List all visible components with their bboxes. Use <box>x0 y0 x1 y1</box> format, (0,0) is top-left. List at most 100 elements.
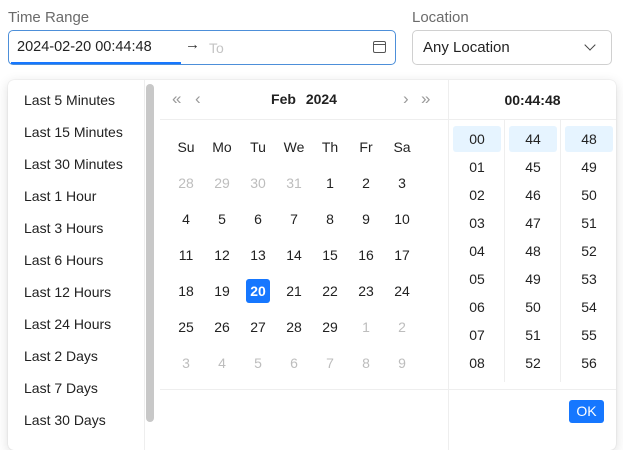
calendar-day[interactable]: 2 <box>384 315 420 339</box>
calendar-day[interactable]: 9 <box>384 351 420 375</box>
calendar-day[interactable]: 4 <box>204 351 240 375</box>
time-range-input[interactable]: 2024-02-20 00:44:48 → To <box>8 30 396 65</box>
calendar-day[interactable]: 13 <box>240 243 276 267</box>
minute-column[interactable]: 44 45 46 47 48 49 50 51 52 <box>505 120 561 382</box>
minute-option[interactable]: 50 <box>509 294 557 320</box>
calendar-day[interactable]: 31 <box>276 171 312 195</box>
preset-item[interactable]: Last 30 Days <box>24 412 106 428</box>
minute-option[interactable]: 51 <box>509 322 557 348</box>
next-month-button[interactable]: › <box>403 89 409 109</box>
calendar-day[interactable]: 25 <box>168 315 204 339</box>
preset-item[interactable]: Last 30 Minutes <box>24 156 123 172</box>
calendar-day[interactable]: 1 <box>348 315 384 339</box>
hour-option[interactable]: 02 <box>453 182 501 208</box>
calendar-day[interactable]: 19 <box>204 279 240 303</box>
second-option[interactable]: 52 <box>565 238 613 264</box>
preset-item[interactable]: Last 24 Hours <box>24 316 111 332</box>
second-option[interactable]: 54 <box>565 294 613 320</box>
weekday-header: Tu <box>250 139 266 155</box>
preset-item[interactable]: Last 5 Minutes <box>24 92 115 108</box>
calendar-day[interactable]: 3 <box>168 351 204 375</box>
calendar-day[interactable]: 15 <box>312 243 348 267</box>
preset-item[interactable]: Last 2 Days <box>24 348 98 364</box>
second-option[interactable]: 51 <box>565 210 613 236</box>
calendar-day[interactable]: 27 <box>240 315 276 339</box>
weekday-header: We <box>283 139 305 155</box>
minute-option[interactable]: 47 <box>509 210 557 236</box>
calendar-day[interactable]: 29 <box>204 171 240 195</box>
calendar-day[interactable]: 18 <box>168 279 204 303</box>
calendar-day[interactable]: 4 <box>168 207 204 231</box>
second-option[interactable]: 50 <box>565 182 613 208</box>
calendar-day[interactable]: 28 <box>276 315 312 339</box>
hour-option[interactable]: 00 <box>453 126 501 152</box>
hour-option[interactable]: 07 <box>453 322 501 348</box>
year-button[interactable]: 2024 <box>306 91 337 107</box>
calendar-day[interactable]: 22 <box>312 279 348 303</box>
calendar-day[interactable]: 30 <box>240 171 276 195</box>
minute-option[interactable]: 52 <box>509 350 557 376</box>
calendar-day[interactable]: 5 <box>204 207 240 231</box>
hour-option[interactable]: 05 <box>453 266 501 292</box>
calendar-day[interactable]: 8 <box>348 351 384 375</box>
calendar-day[interactable]: 8 <box>312 207 348 231</box>
ok-button[interactable]: OK <box>569 400 604 423</box>
calendar-day[interactable]: 5 <box>240 351 276 375</box>
time-range-label: Time Range <box>8 9 90 26</box>
hour-option[interactable]: 06 <box>453 294 501 320</box>
hour-option[interactable]: 03 <box>453 210 501 236</box>
calendar-day-selected[interactable]: 20 <box>246 279 270 303</box>
minute-option[interactable]: 45 <box>509 154 557 180</box>
preset-item[interactable]: Last 15 Minutes <box>24 124 123 140</box>
minute-option[interactable]: 48 <box>509 238 557 264</box>
calendar-day[interactable]: 7 <box>276 207 312 231</box>
calendar-day[interactable]: 2 <box>348 171 384 195</box>
preset-item[interactable]: Last 1 Hour <box>24 188 96 204</box>
second-option[interactable]: 48 <box>565 126 613 152</box>
calendar-day[interactable]: 24 <box>384 279 420 303</box>
preset-item[interactable]: Last 7 Days <box>24 380 98 396</box>
next-year-button[interactable]: » <box>421 89 430 109</box>
calendar-icon[interactable] <box>373 41 386 53</box>
calendar-day[interactable]: 11 <box>168 243 204 267</box>
hour-column[interactable]: 00 01 02 03 04 05 06 07 08 <box>449 120 505 382</box>
range-start-input[interactable]: 2024-02-20 00:44:48 <box>17 39 152 55</box>
calendar-day[interactable]: 6 <box>240 207 276 231</box>
chevron-down-icon[interactable] <box>584 39 596 51</box>
second-column[interactable]: 48 49 50 51 52 53 54 55 56 <box>561 120 616 382</box>
range-end-input[interactable]: To <box>209 40 224 56</box>
second-option[interactable]: 56 <box>565 350 613 376</box>
location-select[interactable]: Any Location <box>412 30 612 65</box>
calendar-day[interactable]: 1 <box>312 171 348 195</box>
calendar-day[interactable]: 12 <box>204 243 240 267</box>
calendar-day[interactable]: 3 <box>384 171 420 195</box>
calendar-day[interactable]: 23 <box>348 279 384 303</box>
calendar-day[interactable]: 16 <box>348 243 384 267</box>
second-option[interactable]: 49 <box>565 154 613 180</box>
calendar-day[interactable]: 28 <box>168 171 204 195</box>
hour-option[interactable]: 04 <box>453 238 501 264</box>
preset-item[interactable]: Last 6 Hours <box>24 252 103 268</box>
calendar-day[interactable]: 21 <box>276 279 312 303</box>
calendar-day[interactable]: 6 <box>276 351 312 375</box>
hour-option[interactable]: 08 <box>453 350 501 376</box>
preset-scrollbar[interactable] <box>146 84 154 422</box>
date-time-picker-dropdown: Last 5 Minutes Last 15 Minutes Last 30 Min… <box>8 80 616 450</box>
minute-option[interactable]: 46 <box>509 182 557 208</box>
calendar-day[interactable]: 14 <box>276 243 312 267</box>
second-option[interactable]: 53 <box>565 266 613 292</box>
minute-option[interactable]: 44 <box>509 126 557 152</box>
weekday-header: Th <box>321 139 339 155</box>
month-button[interactable]: Feb <box>271 91 296 107</box>
preset-item[interactable]: Last 3 Hours <box>24 220 103 236</box>
calendar-day[interactable]: 29 <box>312 315 348 339</box>
calendar-day[interactable]: 26 <box>204 315 240 339</box>
minute-option[interactable]: 49 <box>509 266 557 292</box>
hour-option[interactable]: 01 <box>453 154 501 180</box>
calendar-day[interactable]: 10 <box>384 207 420 231</box>
preset-item[interactable]: Last 12 Hours <box>24 284 111 300</box>
calendar-day[interactable]: 17 <box>384 243 420 267</box>
calendar-day[interactable]: 9 <box>348 207 384 231</box>
calendar-day[interactable]: 7 <box>312 351 348 375</box>
second-option[interactable]: 55 <box>565 322 613 348</box>
